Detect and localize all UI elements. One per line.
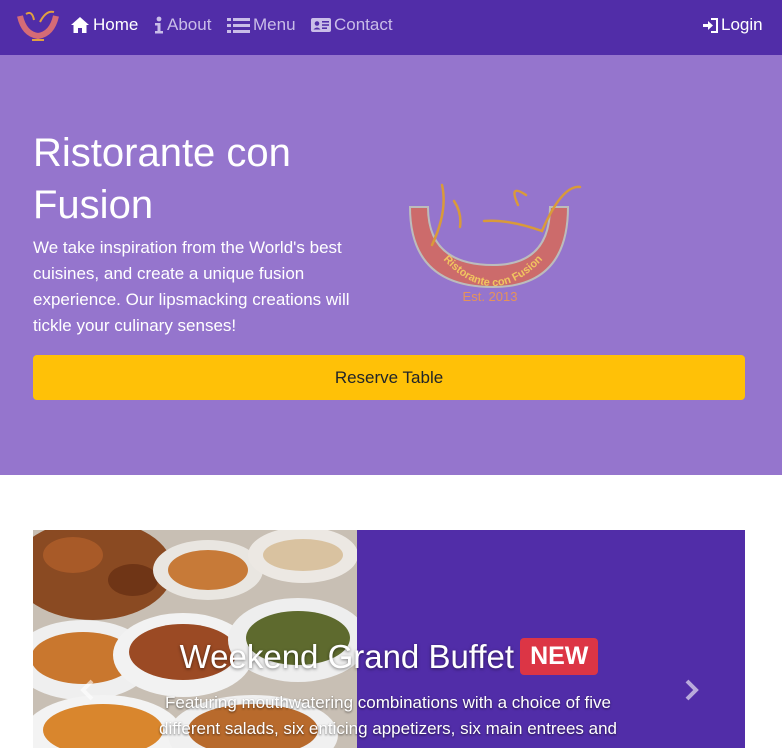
nav-home-label: Home — [93, 15, 139, 34]
nav-contact-label: Contact — [334, 15, 393, 34]
carousel: Weekend Grand Buffet NEW Featuring mouthw… — [33, 530, 745, 748]
login-button[interactable]: Login — [703, 0, 763, 50]
login-label: Login — [721, 15, 763, 34]
sign-in-icon — [703, 17, 718, 33]
slide-caption-title: Weekend Grand Buffet NEW — [33, 638, 745, 676]
hero-title: Ristorante con Fusion — [33, 131, 291, 227]
nav-contact[interactable]: Contact — [311, 0, 393, 50]
slide-caption-text: Featuring mouthwatering combinations wit… — [159, 693, 617, 738]
carousel-prev-icon[interactable] — [73, 675, 103, 705]
hero-jumbotron: Ristorante con Fusion We take inspiratio… — [0, 55, 782, 475]
nav-menu-label: Menu — [253, 15, 296, 34]
info-icon — [155, 16, 163, 34]
restaurant-logo: Ristorante con Fusion Est. 2013 — [408, 183, 582, 304]
home-icon — [71, 17, 89, 33]
nav-about-label: About — [167, 15, 212, 34]
slide-title-text: Weekend Grand Buffet — [179, 638, 515, 675]
nav-about[interactable]: About — [154, 0, 211, 50]
navbar: Home About Menu Contact Login — [0, 0, 782, 55]
reserve-table-button[interactable]: Reserve Table — [33, 355, 745, 400]
new-badge: NEW — [520, 638, 599, 675]
hero-tagline: We take inspiration from the World's bes… — [33, 238, 350, 335]
list-icon — [227, 17, 250, 33]
nav-home[interactable]: Home — [70, 0, 138, 50]
carousel-next-icon[interactable] — [676, 675, 706, 705]
logo-est-text: Est. 2013 — [463, 289, 518, 304]
nav-menu[interactable]: Menu — [227, 0, 296, 50]
brand-logo[interactable] — [14, 8, 62, 44]
address-card-icon — [311, 18, 331, 32]
